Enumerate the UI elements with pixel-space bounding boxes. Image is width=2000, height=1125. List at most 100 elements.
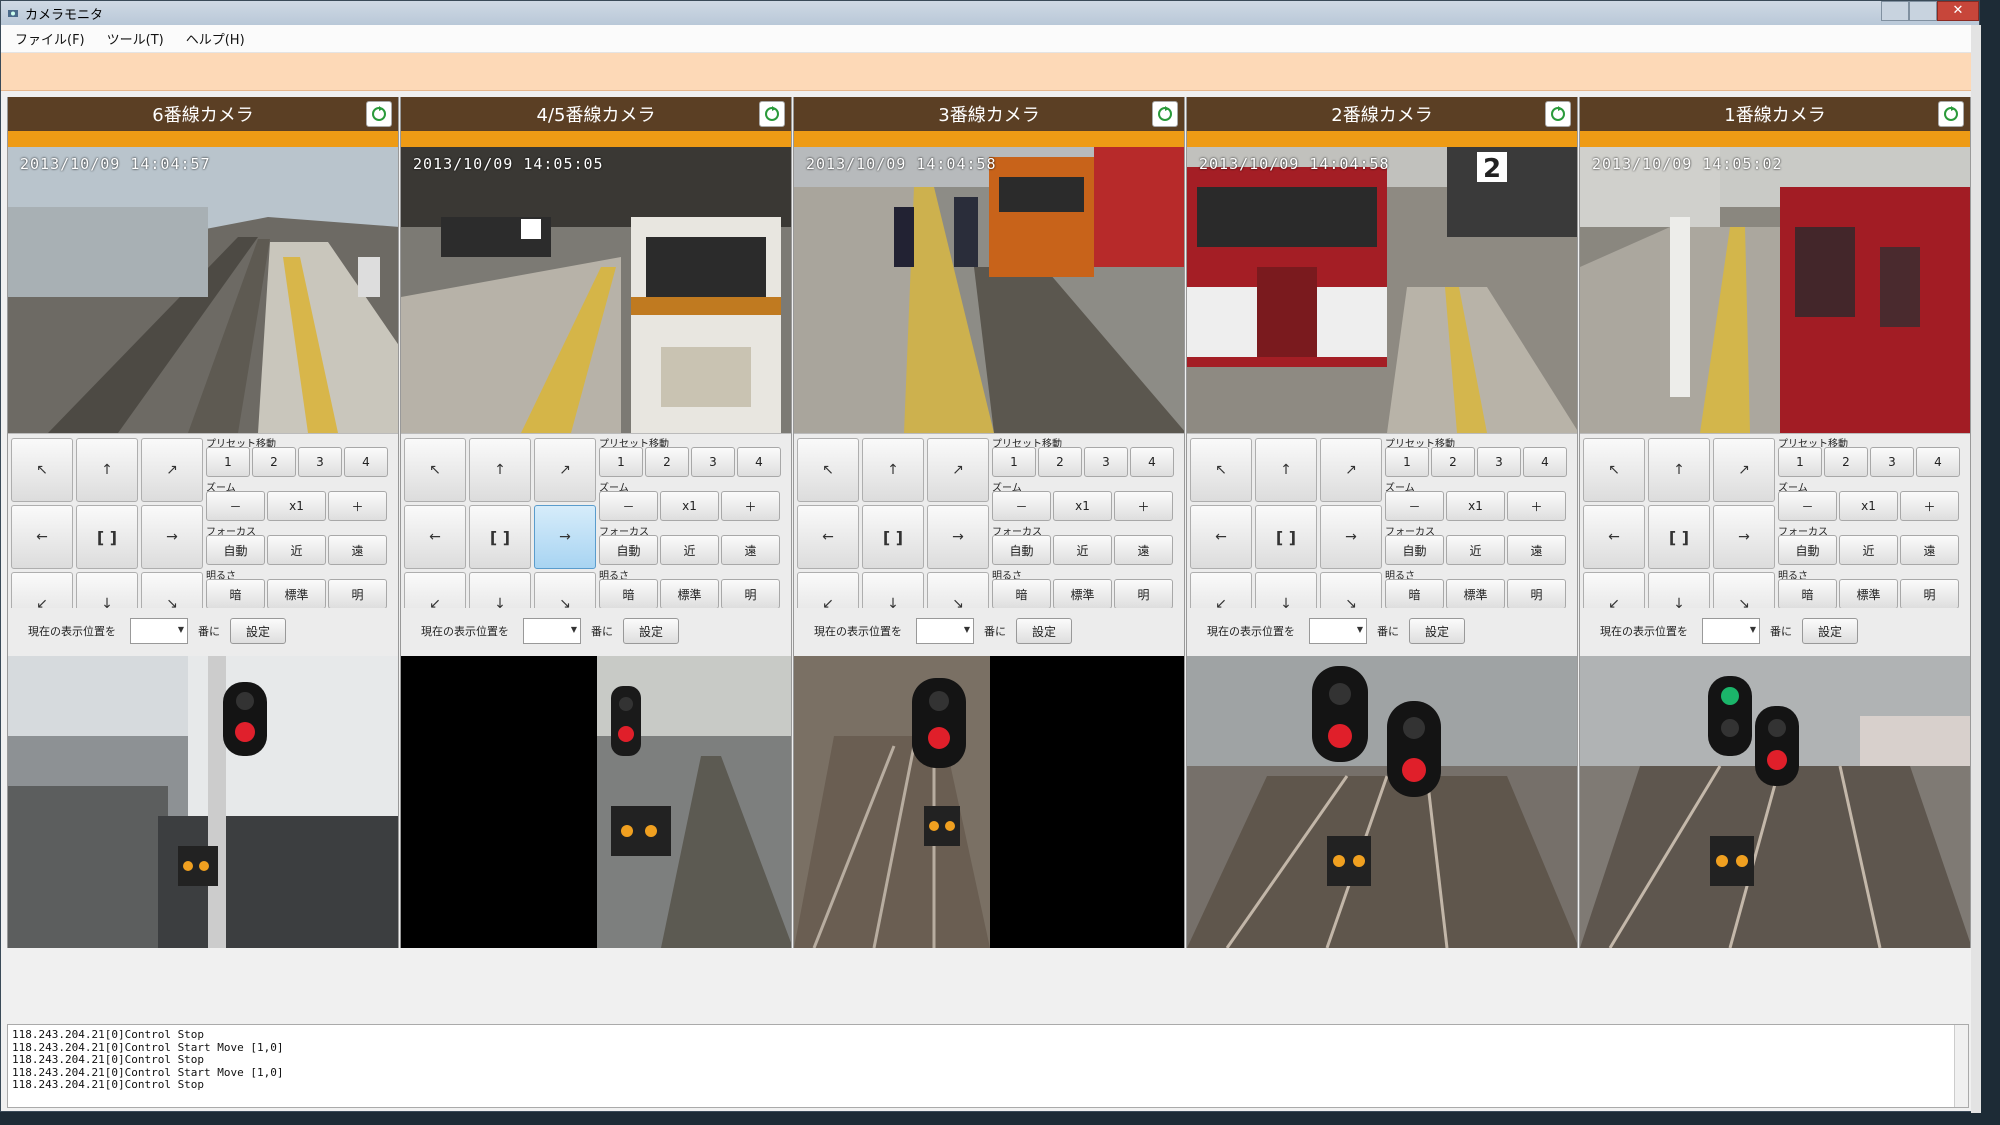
ptz-up-right-button[interactable]: ↗ (534, 438, 596, 502)
zoom-button[interactable]: － (1385, 491, 1444, 521)
preset-button[interactable]: 2 (645, 447, 689, 477)
ptz-right-button[interactable]: → (1713, 505, 1775, 569)
window-scrollbar[interactable] (1971, 25, 1981, 1113)
zoom-button[interactable]: ＋ (328, 491, 387, 521)
preset-button[interactable]: 2 (1038, 447, 1082, 477)
brightness-button[interactable]: 標準 (1053, 579, 1112, 609)
brightness-button[interactable]: 暗 (1778, 579, 1837, 609)
ptz-left-button[interactable]: ← (1190, 505, 1252, 569)
close-button[interactable]: ✕ (1937, 1, 1979, 21)
ptz-right-button[interactable]: → (141, 505, 203, 569)
preset-number-select[interactable] (1702, 618, 1760, 644)
set-button[interactable]: 設定 (230, 618, 286, 644)
focus-button[interactable]: 遠 (1507, 535, 1566, 565)
brightness-button[interactable]: 暗 (206, 579, 265, 609)
brightness-button[interactable]: 標準 (1839, 579, 1898, 609)
brightness-button[interactable]: 明 (721, 579, 780, 609)
preset-button[interactable]: 3 (691, 447, 735, 477)
brightness-button[interactable]: 標準 (660, 579, 719, 609)
preset-number-select[interactable] (523, 618, 581, 644)
ptz-left-button[interactable]: ← (11, 505, 73, 569)
ptz-up-button[interactable]: ↑ (469, 438, 531, 502)
log-scrollbar[interactable] (1954, 1025, 1968, 1107)
zoom-button[interactable]: ＋ (1114, 491, 1173, 521)
ptz-up-right-button[interactable]: ↗ (1320, 438, 1382, 502)
preset-button[interactable]: 3 (1870, 447, 1914, 477)
preset-button[interactable]: 4 (1523, 447, 1567, 477)
brightness-button[interactable]: 明 (1900, 579, 1959, 609)
focus-button[interactable]: 遠 (1900, 535, 1959, 565)
brightness-button[interactable]: 明 (328, 579, 387, 609)
brightness-button[interactable]: 明 (1114, 579, 1173, 609)
set-button[interactable]: 設定 (1409, 618, 1465, 644)
ptz-right-button[interactable]: → (534, 505, 596, 569)
zoom-button[interactable]: ＋ (721, 491, 780, 521)
preset-number-select[interactable] (916, 618, 974, 644)
brightness-button[interactable]: 標準 (1446, 579, 1505, 609)
preset-button[interactable]: 1 (1385, 447, 1429, 477)
menu-help[interactable]: ヘルプ(H) (186, 29, 245, 48)
ptz-right-button[interactable]: → (927, 505, 989, 569)
ptz-home-button[interactable]: [ ] (1255, 505, 1317, 569)
ptz-home-button[interactable]: [ ] (862, 505, 924, 569)
zoom-button[interactable]: x1 (267, 491, 326, 521)
ptz-up-right-button[interactable]: ↗ (927, 438, 989, 502)
preset-button[interactable]: 4 (344, 447, 388, 477)
ptz-up-left-button[interactable]: ↖ (797, 438, 859, 502)
refresh-button[interactable] (1152, 101, 1178, 127)
focus-button[interactable]: 遠 (328, 535, 387, 565)
ptz-up-left-button[interactable]: ↖ (1190, 438, 1252, 502)
minimize-button[interactable] (1881, 1, 1909, 21)
zoom-button[interactable]: x1 (1446, 491, 1505, 521)
menu-file[interactable]: ファイル(F) (15, 29, 85, 48)
set-button[interactable]: 設定 (1802, 618, 1858, 644)
set-button[interactable]: 設定 (623, 618, 679, 644)
maximize-button[interactable] (1909, 1, 1937, 21)
preset-button[interactable]: 3 (1084, 447, 1128, 477)
preset-number-select[interactable] (130, 618, 188, 644)
focus-button[interactable]: 近 (267, 535, 326, 565)
focus-button[interactable]: 自動 (1778, 535, 1837, 565)
zoom-button[interactable]: ＋ (1900, 491, 1959, 521)
brightness-button[interactable]: 明 (1507, 579, 1566, 609)
brightness-button[interactable]: 暗 (1385, 579, 1444, 609)
refresh-button[interactable] (1938, 101, 1964, 127)
preset-button[interactable]: 4 (737, 447, 781, 477)
set-button[interactable]: 設定 (1016, 618, 1072, 644)
focus-button[interactable]: 遠 (1114, 535, 1173, 565)
zoom-button[interactable]: － (992, 491, 1051, 521)
ptz-home-button[interactable]: [ ] (76, 505, 138, 569)
ptz-up-button[interactable]: ↑ (862, 438, 924, 502)
ptz-home-button[interactable]: [ ] (469, 505, 531, 569)
menu-tools[interactable]: ツール(T) (107, 29, 164, 48)
ptz-up-right-button[interactable]: ↗ (1713, 438, 1775, 502)
zoom-button[interactable]: x1 (660, 491, 719, 521)
ptz-up-left-button[interactable]: ↖ (1583, 438, 1645, 502)
zoom-button[interactable]: － (1778, 491, 1837, 521)
log-area[interactable]: 118.243.204.21[0]Control Stop 118.243.20… (7, 1024, 1969, 1108)
focus-button[interactable]: 遠 (721, 535, 780, 565)
ptz-up-button[interactable]: ↑ (1255, 438, 1317, 502)
zoom-button[interactable]: － (206, 491, 265, 521)
focus-button[interactable]: 近 (1446, 535, 1505, 565)
refresh-button[interactable] (1545, 101, 1571, 127)
refresh-button[interactable] (366, 101, 392, 127)
zoom-button[interactable]: x1 (1053, 491, 1112, 521)
focus-button[interactable]: 自動 (1385, 535, 1444, 565)
preset-button[interactable]: 1 (206, 447, 250, 477)
ptz-up-right-button[interactable]: ↗ (141, 438, 203, 502)
ptz-left-button[interactable]: ← (404, 505, 466, 569)
ptz-up-button[interactable]: ↑ (76, 438, 138, 502)
focus-button[interactable]: 自動 (992, 535, 1051, 565)
brightness-button[interactable]: 標準 (267, 579, 326, 609)
ptz-left-button[interactable]: ← (1583, 505, 1645, 569)
focus-button[interactable]: 自動 (206, 535, 265, 565)
ptz-home-button[interactable]: [ ] (1648, 505, 1710, 569)
focus-button[interactable]: 近 (1053, 535, 1112, 565)
ptz-right-button[interactable]: → (1320, 505, 1382, 569)
zoom-button[interactable]: － (599, 491, 658, 521)
preset-button[interactable]: 2 (1431, 447, 1475, 477)
refresh-button[interactable] (759, 101, 785, 127)
preset-button[interactable]: 1 (992, 447, 1036, 477)
brightness-button[interactable]: 暗 (992, 579, 1051, 609)
